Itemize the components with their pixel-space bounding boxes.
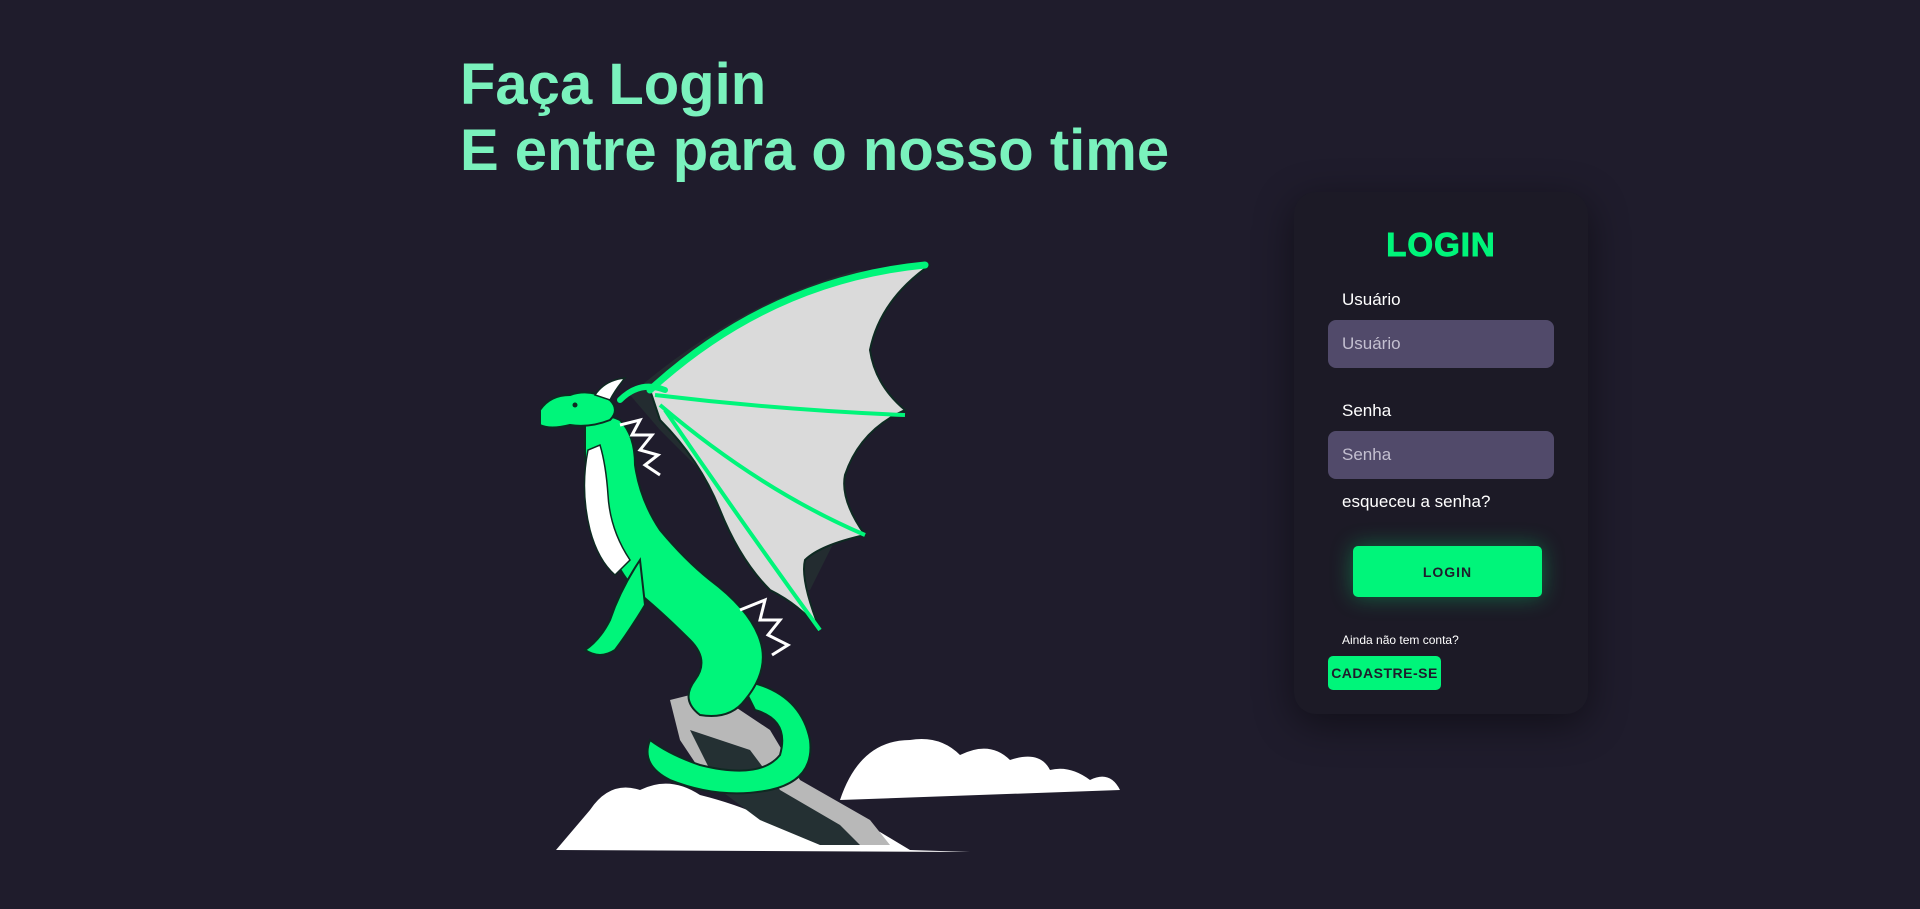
hero-headline-line-2: E entre para o nosso time (460, 118, 1170, 183)
login-title: LOGIN (1386, 226, 1496, 264)
hero-headline: Faça Login E entre para o nosso time (460, 52, 1169, 184)
dragon-illustration (540, 260, 1140, 860)
hero-headline-line-1: Faça Login (460, 52, 767, 117)
password-label: Senha (1342, 401, 1392, 420)
password-input[interactable] (1328, 431, 1554, 479)
login-page: Faça Login E entre para o nosso time LOG… (0, 0, 1920, 909)
forgot-password-link[interactable]: esqueceu a senha? (1342, 492, 1490, 512)
username-label: Usuário (1342, 290, 1401, 309)
cloud-shape (840, 739, 1120, 800)
login-button[interactable]: LOGIN (1353, 546, 1542, 597)
signup-button[interactable]: CADASTRE-SE (1328, 656, 1441, 690)
username-input[interactable] (1328, 320, 1554, 368)
login-card: LOGIN Usuário Senha esqueceu a senha? LO… (1294, 192, 1588, 714)
signup-prompt: Ainda não tem conta? (1342, 633, 1459, 647)
dragon-eye (572, 402, 578, 408)
